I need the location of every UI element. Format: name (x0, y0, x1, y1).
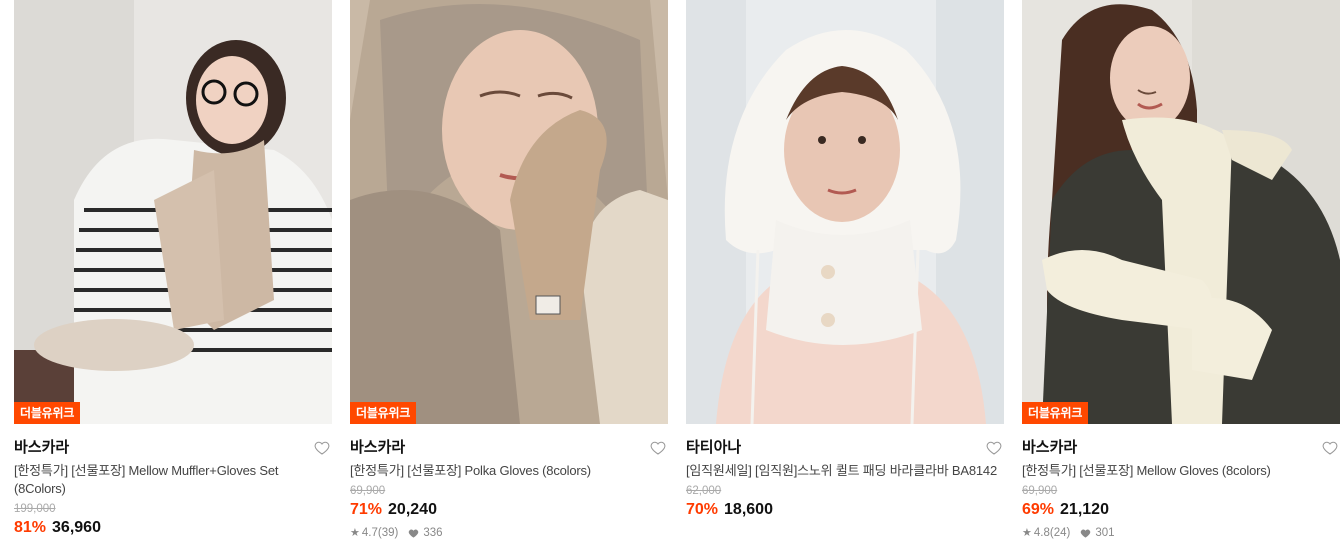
product-grid: 더블유위크 바스카라 [한정특가] [선물포장] Mellow Muffler+… (0, 0, 1344, 555)
heart-icon (408, 528, 419, 539)
price-row: 70% 18,600 (686, 500, 1004, 520)
product-title[interactable]: [한정특가] [선물포장] Mellow Muffler+Gloves Set … (14, 462, 332, 498)
product-photo (350, 0, 668, 424)
brand-row: 바스카라 (1022, 438, 1340, 462)
event-badge: 더블유위크 (14, 402, 81, 424)
product-card[interactable]: 타티아나 [임직원세일] [임직원]스노위 퀼트 패딩 바라클라바 BA8142… (686, 0, 1004, 555)
sale-price: 21,120 (1060, 501, 1109, 518)
brand-name[interactable]: 바스카라 (1022, 439, 1077, 456)
brand-row: 바스카라 (14, 438, 332, 462)
brand-row: 바스카라 (350, 438, 668, 462)
original-price: 69,900 (350, 485, 386, 497)
discount-rate: 69% (1022, 501, 1055, 518)
rating-value: 4.7 (361, 527, 378, 539)
product-photo (686, 0, 1004, 424)
brand-name[interactable]: 바스카라 (14, 439, 69, 456)
product-card[interactable]: 더블유위크 바스카라 [한정특가] [선물포장] Mellow Muffler+… (14, 0, 332, 555)
event-badge: 더블유위크 (1022, 402, 1089, 424)
original-price: 69,900 (1022, 485, 1058, 497)
product-title[interactable]: [한정특가] [선물포장] Polka Gloves (8colors) (350, 462, 668, 480)
discount-rate: 70% (686, 501, 719, 518)
wishlist-heart-icon[interactable] (1322, 440, 1338, 456)
brand-name[interactable]: 바스카라 (350, 439, 405, 456)
wishlist-heart-icon[interactable] (650, 440, 666, 456)
price-row: 69% 21,120 (1022, 500, 1340, 520)
product-photo (1022, 0, 1340, 424)
product-photo (14, 0, 332, 424)
event-badge: 더블유위크 (350, 402, 417, 424)
review-count: (24) (1049, 527, 1071, 539)
product-image[interactable]: 더블유위크 (1022, 0, 1340, 424)
like-count: 336 (423, 527, 443, 539)
product-title[interactable]: [한정특가] [선물포장] Mellow Gloves (8colors) (1022, 462, 1340, 480)
product-title[interactable]: [임직원세일] [임직원]스노위 퀼트 패딩 바라클라바 BA8142 (686, 462, 1004, 480)
product-card[interactable]: 더블유위크 바스카라 [한정특가] [선물포장] Polka Gloves (8… (350, 0, 668, 555)
price-row: 71% 20,240 (350, 500, 668, 520)
rating-row: ★ 4.8 (24) 301 (1022, 526, 1340, 540)
product-image[interactable] (686, 0, 1004, 424)
review-count: (39) (377, 527, 399, 539)
wishlist-heart-icon[interactable] (314, 440, 330, 456)
brand-name[interactable]: 타티아나 (686, 439, 741, 456)
wishlist-heart-icon[interactable] (986, 440, 1002, 456)
discount-rate: 81% (14, 519, 47, 536)
original-price: 62,000 (686, 485, 722, 497)
star-icon: ★ (1022, 527, 1032, 539)
like-count: 301 (1095, 527, 1115, 539)
sale-price: 18,600 (724, 501, 773, 518)
sale-price: 36,960 (52, 519, 101, 536)
rating-row: ★ 4.7 (39) 336 (350, 526, 668, 540)
product-image[interactable]: 더블유위크 (350, 0, 668, 424)
sale-price: 20,240 (388, 501, 437, 518)
star-icon: ★ (350, 527, 360, 539)
product-image[interactable]: 더블유위크 (14, 0, 332, 424)
discount-rate: 71% (350, 501, 383, 518)
product-card[interactable]: 더블유위크 바스카라 [한정특가] [선물포장] Mellow Gloves (… (1022, 0, 1340, 555)
brand-row: 타티아나 (686, 438, 1004, 462)
heart-icon (1080, 528, 1091, 539)
original-price: 199,000 (14, 503, 56, 515)
price-row: 81% 36,960 (14, 518, 332, 538)
rating-value: 4.8 (1033, 527, 1050, 539)
